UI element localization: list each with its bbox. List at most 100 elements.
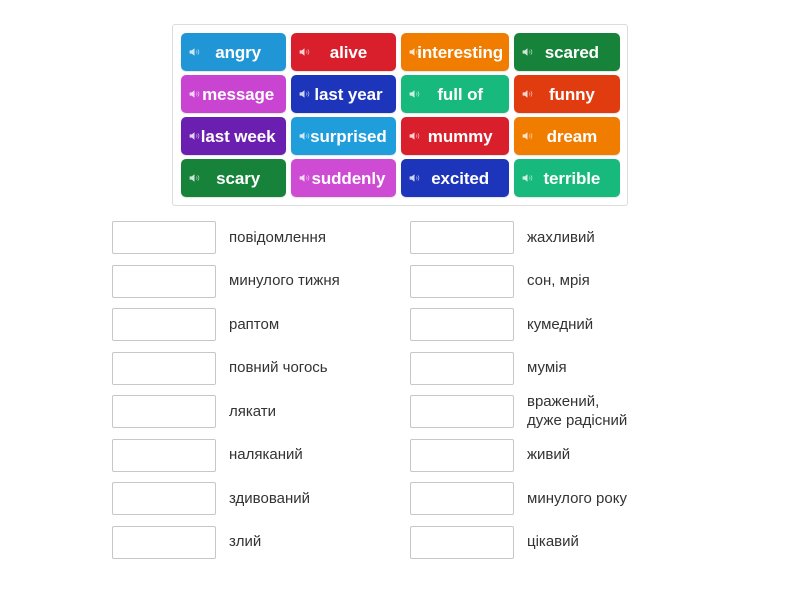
- answer-label: кумедний: [527, 315, 594, 333]
- word-tile-label: dream: [546, 126, 598, 146]
- answer-row: наляканий: [112, 434, 340, 478]
- answer-label: лякати: [229, 402, 277, 420]
- word-tile-label: message: [202, 84, 275, 104]
- word-tile-panel: angry alive interesting scared message l…: [172, 24, 628, 206]
- drop-target-box[interactable]: [410, 264, 514, 298]
- answer-label: жахливий: [527, 228, 595, 246]
- speaker-icon: [522, 90, 533, 98]
- word-tile-label: last week: [200, 126, 276, 146]
- word-tile[interactable]: scared: [514, 33, 620, 71]
- answer-row: минулого тижня: [112, 260, 340, 304]
- drop-target-box[interactable]: [410, 482, 514, 516]
- word-tile[interactable]: interesting: [401, 33, 510, 71]
- answer-label: мумія: [527, 359, 567, 377]
- word-tile[interactable]: full of: [401, 75, 510, 113]
- speaker-icon: [409, 90, 420, 98]
- answer-label: живий: [527, 446, 571, 464]
- drop-target-box[interactable]: [112, 264, 216, 298]
- speaker-icon: [189, 174, 199, 182]
- speaker-icon: [409, 174, 420, 182]
- answer-column-right: жахливий сон, мрія кумедний мумія вражен…: [410, 216, 627, 564]
- drop-target-box[interactable]: [112, 221, 216, 255]
- speaker-icon: [189, 90, 199, 98]
- answer-row: вражений, дуже радісний: [410, 390, 627, 434]
- speaker-icon: [522, 174, 533, 182]
- word-tile[interactable]: mummy: [401, 117, 510, 155]
- speaker-icon: [409, 132, 420, 140]
- speaker-icon: [299, 48, 310, 56]
- answer-label: сон, мрія: [527, 272, 590, 290]
- word-tile-label: terrible: [543, 168, 601, 188]
- speaker-icon: [189, 132, 199, 140]
- answer-label: повідомлення: [229, 228, 326, 246]
- answer-row: мумія: [410, 347, 627, 391]
- word-tile[interactable]: scary: [180, 159, 286, 197]
- word-tile[interactable]: last year: [290, 75, 397, 113]
- drop-target-box[interactable]: [112, 438, 216, 472]
- tile-row: message last year full of funny: [178, 73, 622, 115]
- answer-row: минулого року: [410, 477, 627, 521]
- answer-row: сон, мрія: [410, 260, 627, 304]
- drop-target-box[interactable]: [410, 351, 514, 385]
- word-tile-label: alive: [329, 42, 368, 62]
- word-tile[interactable]: terrible: [514, 159, 620, 197]
- word-tile-label: funny: [548, 84, 595, 104]
- drop-target-box[interactable]: [410, 221, 514, 255]
- word-tile-label: scared: [544, 42, 599, 62]
- speaker-icon: [299, 90, 310, 98]
- answer-row: раптом: [112, 303, 340, 347]
- speaker-icon: [522, 48, 533, 56]
- tile-row: angry alive interesting scared: [178, 31, 622, 73]
- speaker-icon: [522, 132, 533, 140]
- answer-row: здивований: [112, 477, 340, 521]
- word-tile-label: angry: [215, 42, 262, 62]
- drop-target-box[interactable]: [112, 482, 216, 516]
- drop-target-box[interactable]: [112, 525, 216, 559]
- tile-row: scary suddenly excited terrible: [178, 157, 622, 199]
- answer-row: повідомлення: [112, 216, 340, 260]
- drop-target-box[interactable]: [410, 395, 514, 429]
- drop-target-box[interactable]: [410, 525, 514, 559]
- answer-row: цікавий: [410, 521, 627, 565]
- answer-row: жахливий: [410, 216, 627, 260]
- word-tile[interactable]: dream: [514, 117, 620, 155]
- tile-row: last week surprised mummy dream: [178, 115, 622, 157]
- word-tile[interactable]: last week: [180, 117, 286, 155]
- answer-label: минулого тижня: [229, 272, 340, 290]
- answer-row: повний чогось: [112, 347, 340, 391]
- word-tile[interactable]: excited: [401, 159, 510, 197]
- drop-target-box[interactable]: [410, 308, 514, 342]
- speaker-icon: [299, 174, 310, 182]
- word-tile-label: full of: [437, 84, 483, 104]
- drop-target-box[interactable]: [410, 438, 514, 472]
- word-tile[interactable]: suddenly: [290, 159, 397, 197]
- answer-label: повний чогось: [229, 359, 328, 377]
- word-tile[interactable]: funny: [514, 75, 620, 113]
- answer-column-left: повідомлення минулого тижня раптом повни…: [112, 216, 340, 564]
- drop-target-box[interactable]: [112, 308, 216, 342]
- answer-label: вражений, дуже радісний: [527, 393, 628, 429]
- answer-row: злий: [112, 521, 340, 565]
- word-tile-label: excited: [431, 168, 490, 188]
- answer-label: злий: [229, 533, 262, 551]
- word-tile-label: mummy: [427, 126, 493, 146]
- drop-target-box[interactable]: [112, 395, 216, 429]
- answer-label: наляканий: [229, 446, 303, 464]
- answer-label: цікавий: [527, 533, 579, 551]
- word-tile-label: suddenly: [311, 168, 386, 188]
- speaker-icon: [189, 48, 199, 56]
- answer-row: живий: [410, 434, 627, 478]
- answer-row: лякати: [112, 390, 340, 434]
- answer-label: здивований: [229, 489, 311, 507]
- word-tile[interactable]: alive: [290, 33, 397, 71]
- answer-row: кумедний: [410, 303, 627, 347]
- word-tile[interactable]: message: [180, 75, 286, 113]
- word-tile[interactable]: surprised: [290, 117, 397, 155]
- speaker-icon: [299, 132, 310, 140]
- speaker-icon: [409, 48, 420, 56]
- answer-label: минулого року: [527, 489, 627, 507]
- word-tile[interactable]: angry: [180, 33, 286, 71]
- word-tile-label: scary: [216, 168, 261, 188]
- drop-target-box[interactable]: [112, 351, 216, 385]
- answer-label: раптом: [229, 315, 280, 333]
